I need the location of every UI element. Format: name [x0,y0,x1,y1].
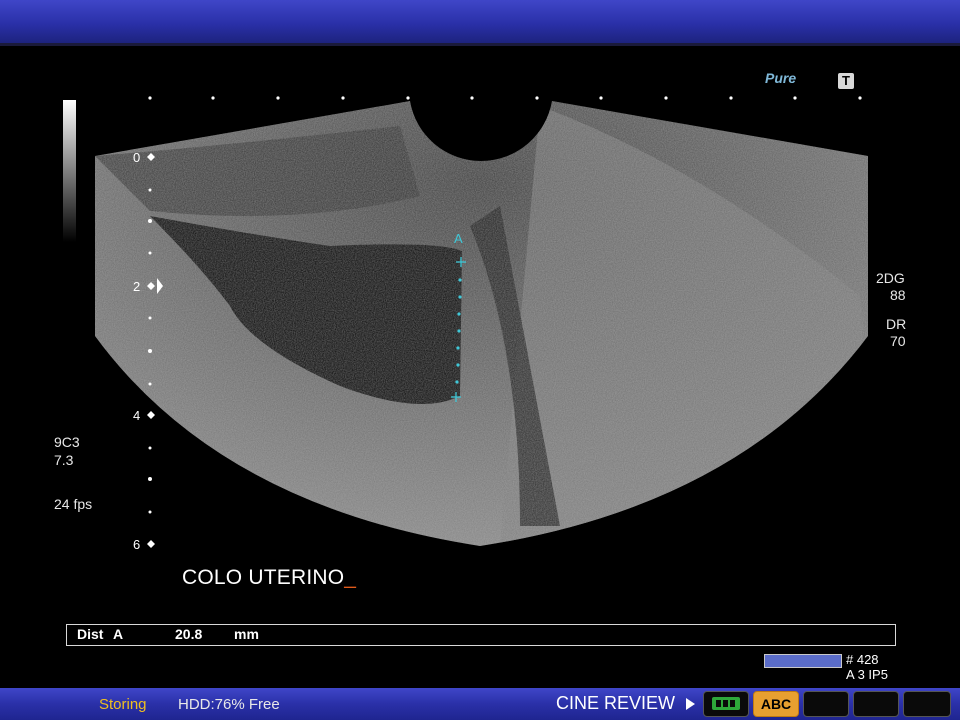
measurement-unit: mm [234,626,259,642]
t-icon[interactable]: T [838,73,854,89]
cine-frame-number: # 428 [846,652,879,667]
ultrasound-scan [63,96,868,548]
pure-logo: Pure [765,70,797,86]
grayscale-bar [63,100,76,242]
soft-key-4[interactable] [853,691,899,717]
storing-status: Storing [99,696,147,713]
annotation-text: COLO UTERINO_ [182,566,356,590]
dr-label: DR [886,316,907,332]
text-cursor: _ [344,566,357,589]
hdd-status: HDD:76% Free [178,696,280,713]
cine-frame-info: # 428 A 3 IP5 [846,652,888,682]
depth-label-0: 0 [133,150,141,165]
frame-rate: 24 fps [54,496,93,512]
top-status-bar [0,0,960,43]
gain-label: 2DG [876,270,905,286]
probe-frequency: 7.3 [54,452,74,468]
dr-value: 70 [890,333,906,349]
ultrasound-image-area: 0 2 4 6 A Pure T 2DG 88 DR 70 9C3 7.3 24… [0,46,960,686]
abc-button[interactable]: ABC [753,691,799,717]
soft-key-5[interactable] [903,691,951,717]
caliper-marker-label: A [454,231,463,246]
cine-frame-details: A 3 IP5 [846,667,888,682]
measurement-label: Dist [77,626,104,642]
cine-review-label: CINE REVIEW [556,693,676,713]
scan-fan [95,101,868,546]
measurement-value: 20.8 [175,626,203,642]
cine-progress-bar[interactable] [764,654,842,668]
depth-label-2: 2 [133,279,141,294]
soft-key-3[interactable] [803,691,849,717]
gain-value: 88 [890,287,906,303]
probe-model: 9C3 [54,434,80,450]
annotation-label: COLO UTERINO [182,566,345,589]
measurement-id: A [113,626,124,642]
depth-label-6: 6 [133,537,141,552]
depth-label-4: 4 [133,408,141,423]
top-dot-row [148,96,862,100]
film-strip-button[interactable] [703,691,749,717]
measurement-box: Dist A 20.8 mm [66,624,896,646]
film-strip-icon [712,697,740,710]
play-icon[interactable] [686,698,695,710]
